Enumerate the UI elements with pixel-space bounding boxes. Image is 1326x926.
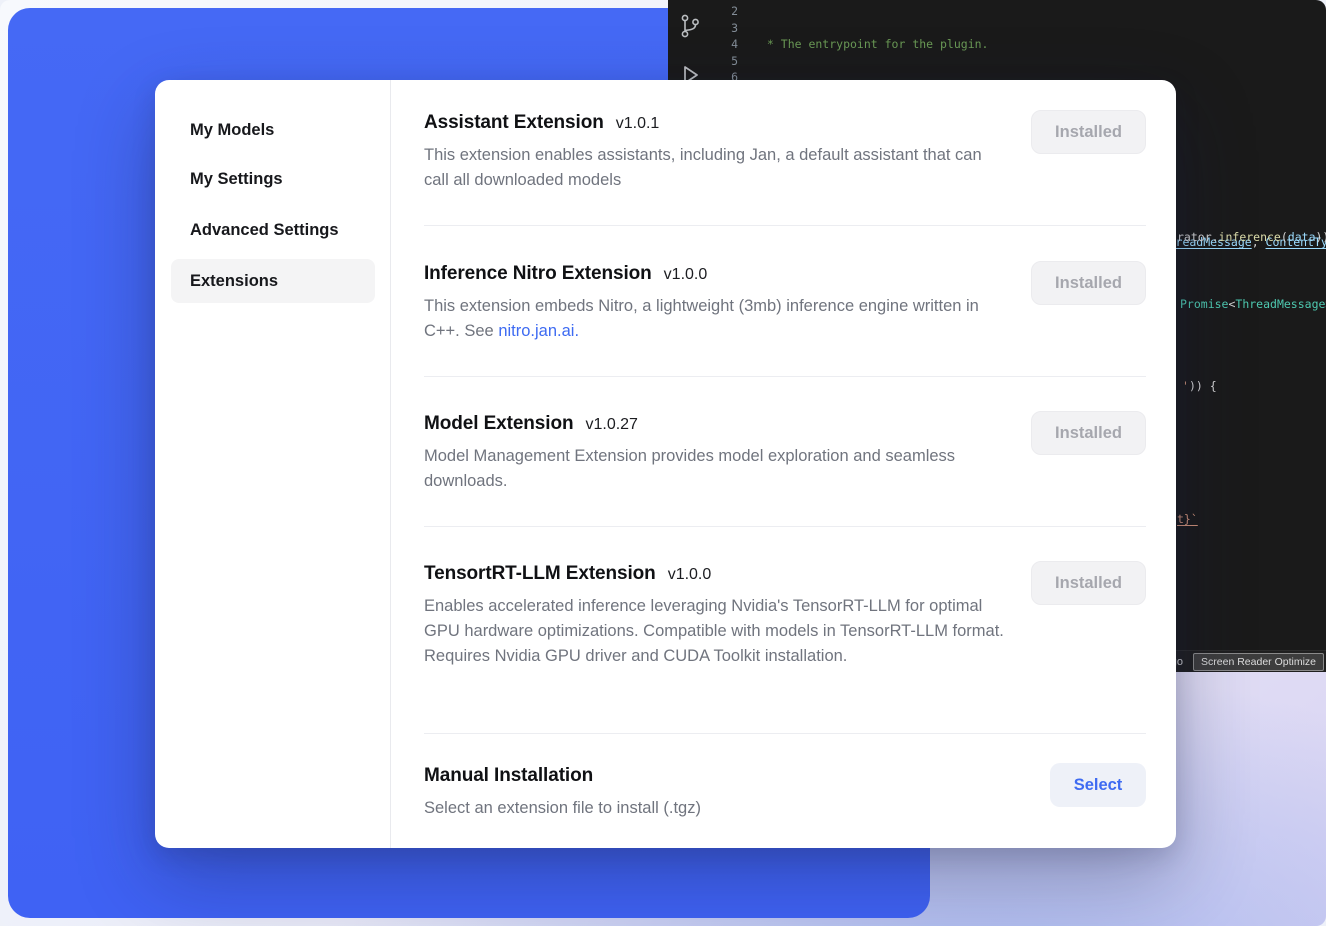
sidebar-item-my-models[interactable]: My Models <box>171 108 375 152</box>
section-divider <box>424 376 1146 377</box>
section-divider <box>424 225 1146 226</box>
extension-description: This extension enables assistants, inclu… <box>424 143 1009 193</box>
nitro-jan-ai-link[interactable]: nitro.jan.ai. <box>498 322 579 340</box>
code-fragment: Promise<ThreadMessage> <box>1180 296 1326 312</box>
code-fragment: t}` <box>1177 511 1198 527</box>
extension-title: Model Extension <box>424 413 573 435</box>
sidebar-item-label: My Models <box>190 121 274 140</box>
extension-description: Model Management Extension provides mode… <box>424 444 1009 494</box>
extension-title: Inference Nitro Extension <box>424 263 652 285</box>
section-divider <box>424 526 1146 527</box>
extension-section-model: Model Extension v1.0.27 Model Management… <box>424 411 1146 494</box>
extension-version: v1.0.1 <box>616 115 660 133</box>
extension-description: Enables accelerated inference leveraging… <box>424 594 1009 669</box>
manual-installation-section: Manual Installation Select an extension … <box>424 763 1146 821</box>
extension-section-assistant: Assistant Extension v1.0.1 This extensio… <box>424 110 1146 193</box>
select-file-button[interactable]: Select <box>1050 763 1146 807</box>
installed-button[interactable]: Installed <box>1031 561 1146 605</box>
extension-version: v1.0.0 <box>668 566 712 584</box>
line-number: 3 <box>708 20 738 37</box>
screenshot-root: 2 3 4 5 6 * The entrypoint for the plugi… <box>0 0 1326 926</box>
sidebar-item-extensions[interactable]: Extensions <box>171 259 375 303</box>
code-line: * The entrypoint for the plugin. <box>760 36 1326 53</box>
screen-reader-optimize-chip[interactable]: Screen Reader Optimize <box>1193 653 1324 671</box>
sidebar-item-label: Advanced Settings <box>190 221 339 240</box>
extension-title: Manual Installation <box>424 765 593 787</box>
extension-title: TensortRT-LLM Extension <box>424 563 656 585</box>
extension-description: Select an extension file to install (.tg… <box>424 796 1009 821</box>
editor-line-numbers: 2 3 4 5 6 <box>708 3 738 86</box>
extension-version: v1.0.0 <box>664 266 708 284</box>
sidebar-item-label: My Settings <box>190 170 283 189</box>
extension-title: Assistant Extension <box>424 112 604 134</box>
installed-button[interactable]: Installed <box>1031 261 1146 305</box>
sidebar-divider <box>390 80 391 848</box>
line-number: 5 <box>708 53 738 70</box>
source-control-icon[interactable] <box>678 12 702 45</box>
sidebar-item-my-settings[interactable]: My Settings <box>171 157 375 201</box>
line-number: 4 <box>708 36 738 53</box>
sidebar-item-advanced-settings[interactable]: Advanced Settings <box>171 208 375 252</box>
sidebar-item-label: Extensions <box>190 272 278 291</box>
extension-section-tensorrt: TensortRT-LLM Extension v1.0.0 Enables a… <box>424 561 1146 669</box>
line-number: 2 <box>708 3 738 20</box>
section-header: Manual Installation <box>424 765 1146 787</box>
extension-version: v1.0.27 <box>585 416 637 434</box>
section-divider <box>424 733 1146 734</box>
code-fragment: ')) { <box>1182 378 1217 394</box>
installed-button[interactable]: Installed <box>1031 411 1146 455</box>
extension-section-nitro: Inference Nitro Extension v1.0.0 This ex… <box>424 261 1146 344</box>
extension-description: This extension embeds Nitro, a lightweig… <box>424 294 1009 344</box>
settings-modal: My Models My Settings Advanced Settings … <box>155 80 1176 848</box>
code-fragment: rator.inference(data)); <box>1177 229 1326 245</box>
installed-button[interactable]: Installed <box>1031 110 1146 154</box>
